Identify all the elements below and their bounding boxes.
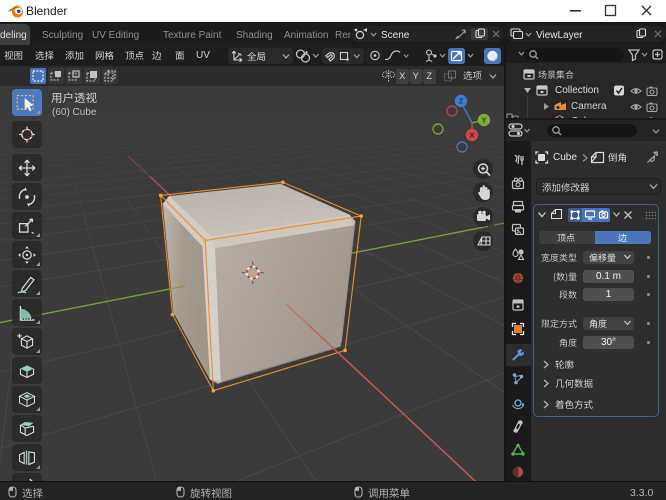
svg-text:Y: Y	[482, 118, 487, 125]
svg-text:Z: Z	[459, 99, 464, 106]
svg-text:X: X	[470, 133, 475, 140]
